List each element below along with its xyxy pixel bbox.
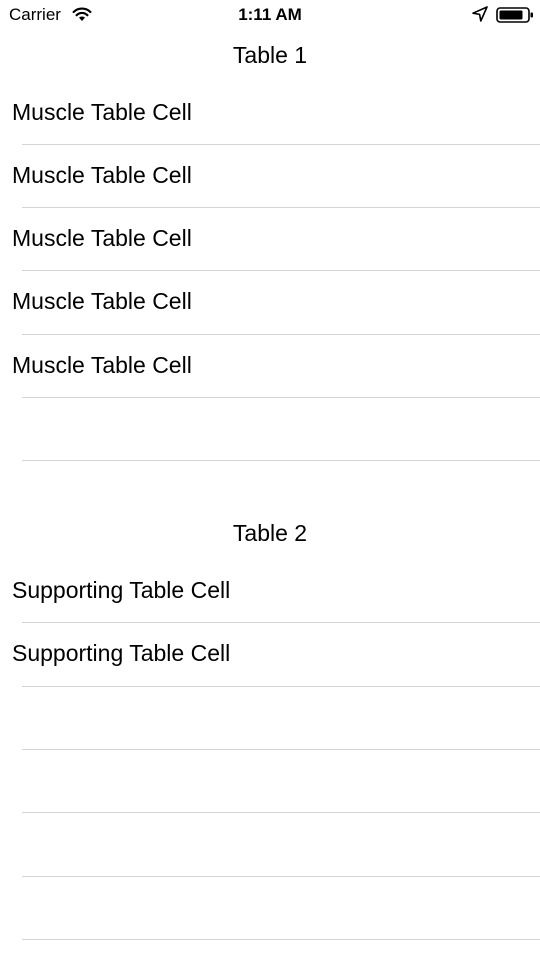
row-separator xyxy=(22,460,540,461)
location-arrow-icon xyxy=(472,6,488,22)
cell-label: Supporting Table Cell xyxy=(12,640,231,666)
table1-cell-3[interactable]: Muscle Table Cell xyxy=(0,208,540,271)
table2-cell-1[interactable]: Supporting Table Cell xyxy=(0,560,540,623)
cell-label: Muscle Table Cell xyxy=(12,225,192,251)
battery-icon xyxy=(496,7,533,23)
table1-cell-2[interactable]: Muscle Table Cell xyxy=(0,145,540,208)
cell-label: Muscle Table Cell xyxy=(12,352,192,378)
table1-title: Table 1 xyxy=(232,42,308,68)
row-separator xyxy=(22,812,540,813)
cell-label: Muscle Table Cell xyxy=(12,162,192,188)
table2-cell-2[interactable]: Supporting Table Cell xyxy=(0,623,540,686)
cell-label: Muscle Table Cell xyxy=(12,99,192,125)
row-separator xyxy=(22,749,540,750)
clock: 1:11 AM xyxy=(238,5,302,24)
table1-empty-row xyxy=(0,398,540,461)
cell-label: Muscle Table Cell xyxy=(12,288,192,314)
row-separator xyxy=(22,686,540,687)
table2-title: Table 2 xyxy=(232,520,308,546)
status-bar: Carrier 1:11 AM xyxy=(0,0,540,30)
table1-cell-5[interactable]: Muscle Table Cell xyxy=(0,335,540,398)
table1-cell-4[interactable]: Muscle Table Cell xyxy=(0,271,540,334)
cell-label: Supporting Table Cell xyxy=(12,577,231,603)
row-separator xyxy=(22,939,540,940)
table1-cell-1[interactable]: Muscle Table Cell xyxy=(0,82,540,145)
row-separator xyxy=(22,876,540,877)
